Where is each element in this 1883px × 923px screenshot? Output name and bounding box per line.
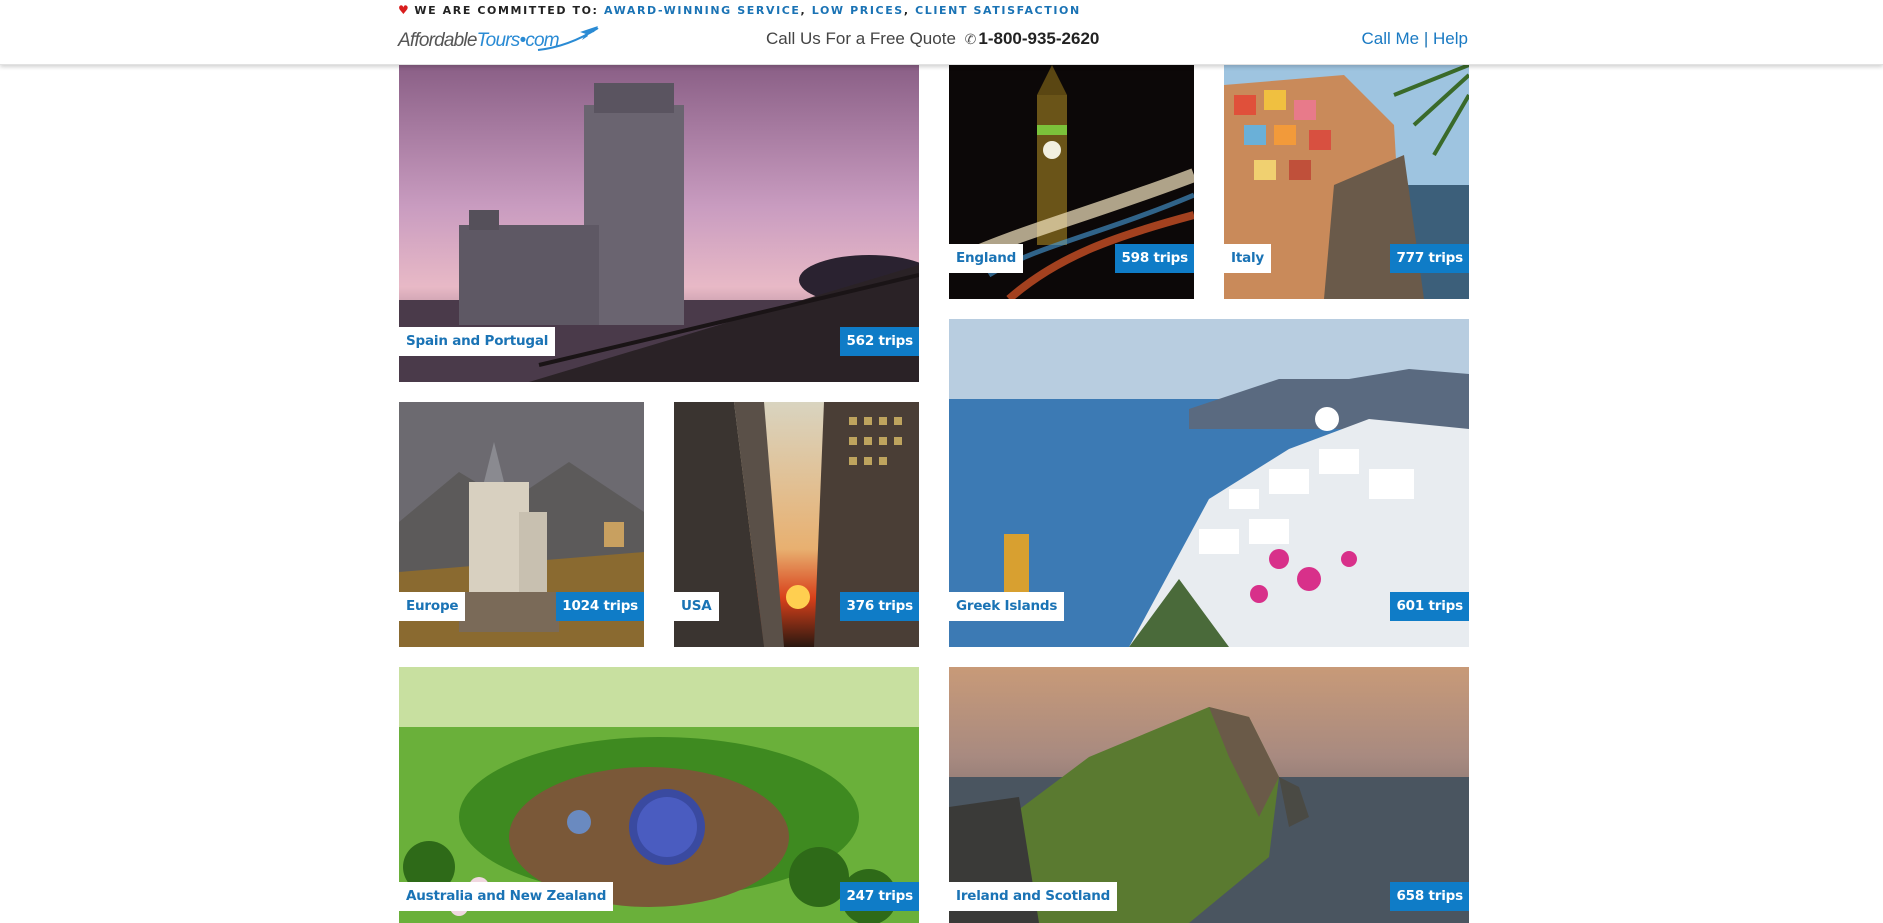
destination-name[interactable]: Italy [1224, 244, 1272, 273]
trip-count-badge[interactable]: 777 trips [1390, 244, 1469, 273]
destination-tile-england[interactable]: England 598 trips [949, 65, 1194, 299]
destination-name[interactable]: Spain and Portugal [399, 327, 556, 356]
site-logo[interactable]: AffordableTours•com [398, 22, 603, 56]
commitment-item: CLIENT SATISFACTION [915, 4, 1081, 17]
logo-text: AffordableTours•com [398, 30, 560, 51]
destination-name[interactable]: USA [674, 592, 719, 621]
trip-count-badge[interactable]: 247 trips [840, 882, 919, 911]
destination-name[interactable]: Ireland and Scotland [949, 882, 1118, 911]
destination-tile-australia-new-zealand[interactable]: Australia and New Zealand 247 trips [399, 667, 919, 923]
commitment-item: AWARD-WINNING SERVICE [604, 4, 801, 17]
phone-number[interactable]: 1-800-935-2620 [978, 29, 1099, 48]
trip-count-badge[interactable]: 562 trips [840, 327, 919, 356]
destination-name[interactable]: Europe [399, 592, 466, 621]
heart-icon: ♥ [398, 3, 411, 17]
header-links: Call Me | Help [1362, 29, 1468, 49]
help-link[interactable]: Help [1433, 29, 1468, 48]
free-quote: Call Us For a Free Quote ✆ 1-800-935-2620 [766, 29, 1099, 49]
link-divider: | [1423, 29, 1429, 48]
site-header: ♥ WE ARE COMMITTED TO: AWARD-WINNING SERV… [0, 0, 1883, 65]
trip-count-badge[interactable]: 601 trips [1390, 592, 1469, 621]
commitment-item: LOW PRICES [811, 4, 904, 17]
destination-tile-usa[interactable]: USA 376 trips [674, 402, 919, 647]
destination-name[interactable]: England [949, 244, 1024, 273]
destination-tile-ireland-scotland[interactable]: Ireland and Scotland 658 trips [949, 667, 1469, 923]
destination-tile-europe[interactable]: Europe 1024 trips [399, 402, 644, 647]
trip-count-badge[interactable]: 1024 trips [556, 592, 644, 621]
destination-tile-greek-islands[interactable]: Greek Islands 601 trips [949, 319, 1469, 647]
call-me-link[interactable]: Call Me [1362, 29, 1420, 48]
destination-tile-italy[interactable]: Italy 777 trips [1224, 65, 1469, 299]
destination-name[interactable]: Australia and New Zealand [399, 882, 614, 911]
commitment-prefix: WE ARE COMMITTED TO: [414, 4, 599, 17]
quote-text: Call Us For a Free Quote [766, 29, 956, 48]
trip-count-badge[interactable]: 658 trips [1390, 882, 1469, 911]
destination-tile-spain-portugal[interactable]: Spain and Portugal 562 trips [399, 65, 919, 382]
destination-name[interactable]: Greek Islands [949, 592, 1065, 621]
trip-count-badge[interactable]: 598 trips [1115, 244, 1194, 273]
commitment-banner: ♥ WE ARE COMMITTED TO: AWARD-WINNING SERV… [398, 3, 1081, 17]
phone-icon: ✆ [964, 31, 977, 47]
airplane-icon [537, 26, 599, 51]
trip-count-badge[interactable]: 376 trips [840, 592, 919, 621]
